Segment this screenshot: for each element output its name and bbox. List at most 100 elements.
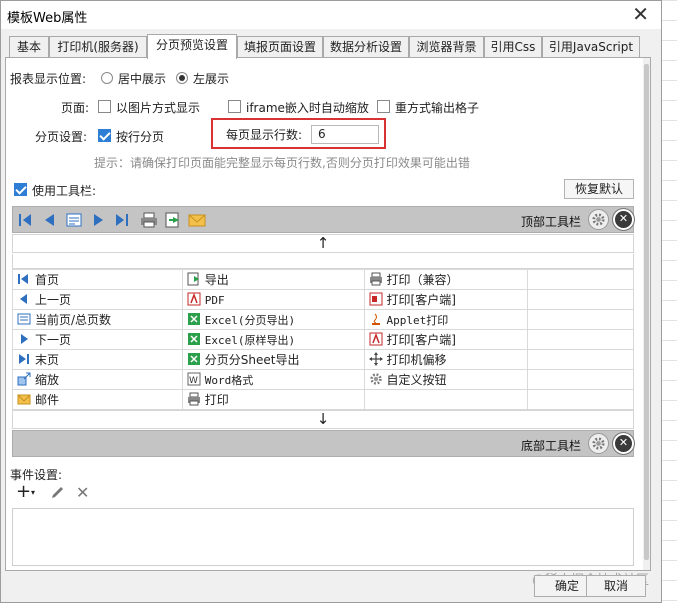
grid-btn-print-client[interactable]: 打印[客户端]	[363, 289, 529, 310]
iframe-autoscale-label[interactable]: iframe嵌入时自动缩放	[246, 99, 369, 116]
move-up-arrow[interactable]: ↑	[12, 234, 634, 253]
grid-empty-cell	[527, 309, 634, 330]
bottom-toolbar-label: 底部工具栏	[521, 439, 582, 453]
print-icon	[369, 272, 383, 286]
table-row: 首页 导出 打印（兼容）	[12, 269, 634, 290]
excel-icon	[187, 332, 201, 346]
page-preview-settings-panel: 报表显示位置: 居中展示 左展示 页面: 以图片方式显示 iframe嵌入时自动…	[5, 57, 651, 571]
top-toolbar-settings-icon[interactable]	[588, 209, 609, 230]
print-icon	[187, 392, 201, 406]
image-mode-label[interactable]: 以图片方式显示	[116, 99, 200, 116]
duplicate-output-checkbox[interactable]	[377, 100, 390, 113]
grid-btn-word[interactable]: W Word格式	[181, 369, 365, 390]
radio-left[interactable]	[176, 72, 188, 84]
prev-page-icon[interactable]	[41, 211, 59, 229]
grid-btn-pdf[interactable]: PDF	[181, 289, 365, 310]
grid-btn-excel-paged[interactable]: Excel(分页导出)	[181, 309, 365, 330]
template-web-properties-dialog: 模板Web属性 ✕ 基本 打印机(服务器) 分页预览设置 填报页面设置 数据分析…	[0, 0, 662, 603]
word-icon: W	[187, 372, 201, 386]
close-icon[interactable]: ✕	[632, 3, 649, 25]
grid-btn-custom[interactable]: 自定义按钮	[363, 369, 529, 390]
first-page-icon[interactable]	[17, 211, 35, 229]
grid-empty-cell	[527, 389, 634, 410]
grid-btn-zoom[interactable]: 缩放	[12, 369, 183, 390]
grid-btn-prev-page[interactable]: 上一页	[12, 289, 183, 310]
tab-data-analysis-settings[interactable]: 数据分析设置	[323, 36, 409, 58]
grid-btn-first-page[interactable]: 首页	[12, 269, 183, 290]
edit-event-icon[interactable]	[50, 486, 66, 503]
tab-basic[interactable]: 基本	[9, 36, 49, 58]
last-page-icon[interactable]	[113, 211, 131, 229]
use-toolbar-checkbox[interactable]	[14, 183, 27, 196]
page-by-row-label[interactable]: 按行分页	[116, 128, 164, 145]
radio-center[interactable]	[101, 72, 113, 84]
grid-btn-next-page[interactable]: 下一页	[12, 329, 183, 350]
use-toolbar-label[interactable]: 使用工具栏:	[32, 182, 96, 199]
rows-per-page-input[interactable]: 6	[311, 125, 379, 144]
move-down-arrow[interactable]: ↓	[12, 410, 634, 429]
spacer-row	[12, 254, 634, 269]
chevron-down-icon[interactable]: ▾	[31, 488, 35, 497]
top-toolbar: 顶部工具栏 ✕	[12, 206, 635, 233]
toolbar-buttons-grid: 首页 导出 打印（兼容） 上一页 PDF 打印[客户端] 当前页/总页数 Exc…	[12, 269, 634, 410]
vertical-scrollbar[interactable]	[643, 58, 650, 570]
next-page-icon[interactable]	[89, 211, 107, 229]
add-event-icon[interactable]: +	[16, 483, 31, 501]
tab-page-preview-settings[interactable]: 分页预览设置	[147, 34, 237, 59]
table-row: 缩放 W Word格式 自定义按钮	[12, 369, 634, 390]
bottom-toolbar-settings-icon[interactable]	[588, 433, 609, 454]
grid-btn-printer-offset[interactable]: 打印机偏移	[363, 349, 529, 370]
tab-printer-server[interactable]: 打印机(服务器)	[49, 36, 147, 58]
table-row: 当前页/总页数 Excel(分页导出) Applet打印	[12, 309, 634, 330]
page-count-icon	[17, 312, 31, 326]
grid-btn-print-compatible[interactable]: 打印（兼容）	[363, 269, 529, 290]
delete-event-icon[interactable]: ✕	[76, 483, 89, 502]
events-list[interactable]	[12, 508, 634, 566]
email-icon[interactable]	[188, 211, 206, 229]
tab-reference-javascript[interactable]: 引用JavaScript	[542, 36, 640, 58]
bottom-toolbar-remove-icon[interactable]: ✕	[612, 432, 635, 455]
cancel-button[interactable]: 取消	[586, 575, 646, 597]
table-row: 邮件 打印	[12, 389, 634, 410]
export-icon	[187, 272, 201, 286]
bottom-toolbar: 底部工具栏 ✕	[12, 430, 635, 457]
grid-empty-cell	[527, 369, 634, 390]
reset-default-button[interactable]: 恢复默认	[564, 179, 634, 199]
radio-left-label[interactable]: 左展示	[193, 70, 229, 87]
prev-page-icon	[17, 292, 31, 306]
iframe-autoscale-checkbox[interactable]	[228, 100, 241, 113]
grid-btn-print-client-2[interactable]: 打印[客户端]	[363, 329, 529, 350]
image-mode-checkbox[interactable]	[98, 100, 111, 113]
last-page-icon	[17, 352, 31, 366]
export-icon[interactable]	[164, 211, 182, 229]
grid-btn-applet-print[interactable]: Applet打印	[363, 309, 529, 330]
tab-reference-css[interactable]: 引用Css	[484, 36, 542, 58]
grid-btn-export[interactable]: 导出	[181, 269, 365, 290]
excel-icon	[187, 312, 201, 326]
grid-btn-sheet-export[interactable]: 分页分Sheet导出	[181, 349, 365, 370]
tab-browser-background[interactable]: 浏览器背景	[409, 36, 484, 58]
grid-btn-last-page[interactable]: 末页	[12, 349, 183, 370]
pdf-print-icon	[369, 332, 383, 346]
radio-center-label[interactable]: 居中展示	[118, 70, 166, 87]
java-icon	[369, 312, 383, 326]
gear-icon	[369, 372, 383, 386]
page-count-icon[interactable]	[65, 211, 83, 229]
move-icon	[368, 352, 383, 366]
next-page-icon	[17, 332, 31, 346]
grid-btn-page-count[interactable]: 当前页/总页数	[12, 309, 183, 330]
page-label: 页面:	[61, 101, 90, 115]
duplicate-output-label[interactable]: 重方式输出格子	[395, 99, 479, 116]
top-toolbar-remove-icon[interactable]: ✕	[612, 208, 635, 231]
zoom-icon	[17, 372, 31, 386]
grid-btn-email[interactable]: 邮件	[12, 389, 183, 410]
grid-btn-excel-original[interactable]: Excel(原样导出)	[181, 329, 365, 350]
tab-fill-page-settings[interactable]: 填报页面设置	[237, 36, 323, 58]
grid-btn-print[interactable]: 打印	[181, 389, 365, 410]
pdf-print-icon	[369, 292, 383, 306]
scrollbar-thumb[interactable]	[644, 64, 649, 560]
print-icon[interactable]	[140, 211, 158, 229]
page-by-row-checkbox[interactable]	[98, 129, 111, 142]
paging-hint: 提示：请确保打印页面能完整显示每页行数,否则分页打印效果可能出错	[94, 156, 470, 170]
excel-icon	[187, 352, 201, 366]
